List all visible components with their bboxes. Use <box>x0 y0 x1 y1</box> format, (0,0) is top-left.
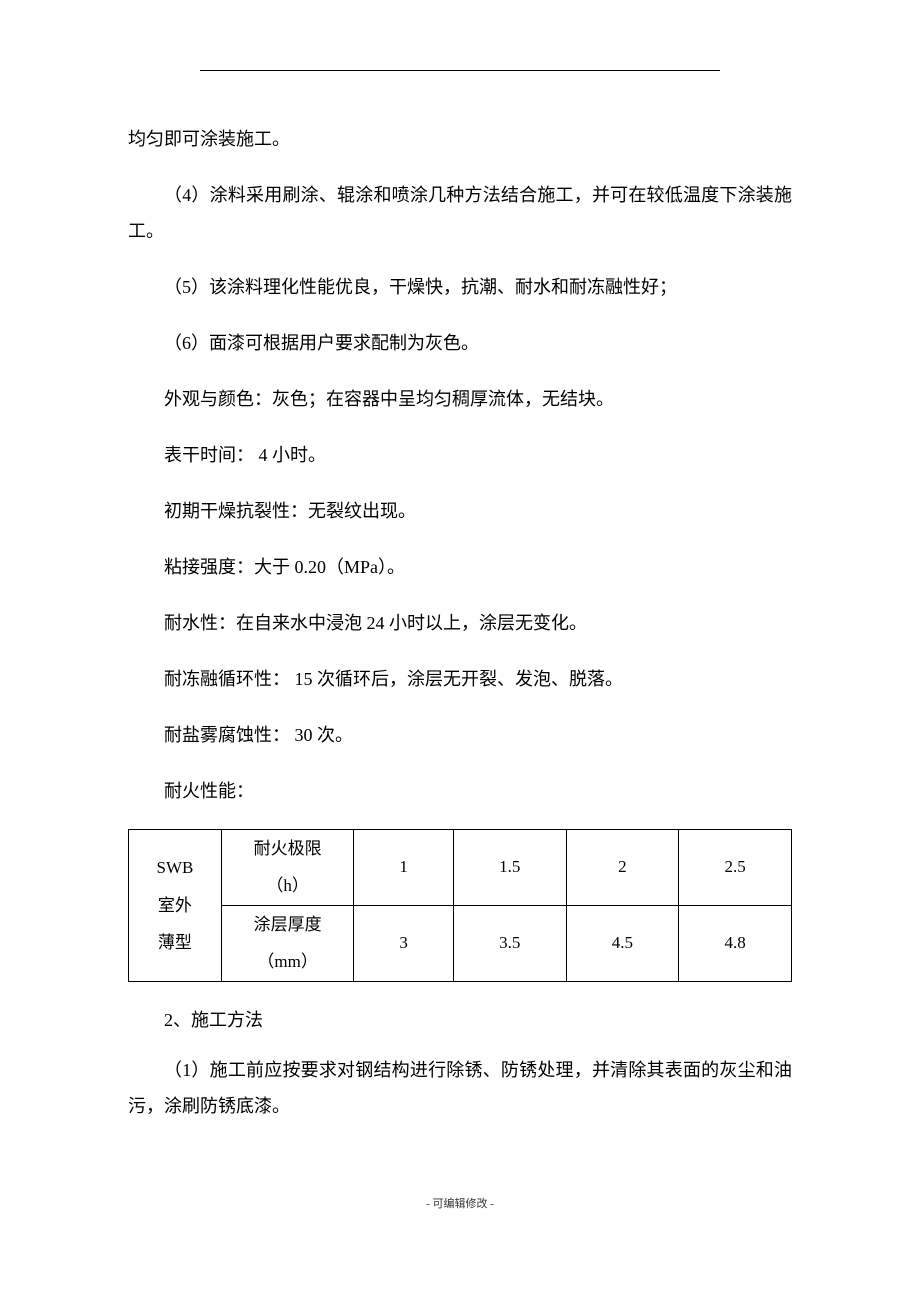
paragraph: 外观与颜色：灰色；在容器中呈均匀稠厚流体，无结块。 <box>128 381 792 417</box>
table-row: SWB 室外 薄型 耐火极限 （h） 1 1.5 2 2.5 <box>129 830 792 906</box>
paragraph: （6）面漆可根据用户要求配制为灰色。 <box>128 325 792 361</box>
table-cell-param: 耐火极限 （h） <box>221 830 354 906</box>
cell-text: 薄型 <box>129 924 221 961</box>
table-cell-param: 涂层厚度 （mm） <box>221 905 354 981</box>
section-heading: 2、施工方法 <box>128 1006 792 1032</box>
paragraph: 表干时间： 4 小时。 <box>128 437 792 473</box>
paragraph: （4）涂料采用刷涂、辊涂和喷涂几种方法结合施工，并可在较低温度下涂装施工。 <box>128 177 792 249</box>
cell-text: 涂层厚度 <box>222 906 354 943</box>
paragraph: 粘接强度：大于 0.20（MPa）。 <box>128 549 792 585</box>
cell-text: SWB <box>129 849 221 886</box>
page-content: 均匀即可涂装施工。 （4）涂料采用刷涂、辊涂和喷涂几种方法结合施工，并可在较低温… <box>0 0 920 1124</box>
paragraph: （5）该涂料理化性能优良，干燥快，抗潮、耐水和耐冻融性好； <box>128 269 792 305</box>
table-cell: 2 <box>566 830 679 906</box>
table-cell: 3 <box>354 905 453 981</box>
header-rule <box>200 70 720 71</box>
table-cell: 1.5 <box>453 830 566 906</box>
table-cell: 4.8 <box>679 905 792 981</box>
paragraph: 耐盐雾腐蚀性： 30 次。 <box>128 717 792 753</box>
table-cell: 1 <box>354 830 453 906</box>
page-footer: - 可编辑修改 - <box>0 1195 920 1211</box>
cell-text: 耐火极限 <box>222 830 354 867</box>
paragraph: 耐冻融循环性： 15 次循环后，涂层无开裂、发泡、脱落。 <box>128 661 792 697</box>
table-row: 涂层厚度 （mm） 3 3.5 4.5 4.8 <box>129 905 792 981</box>
paragraph: 耐水性：在自来水中浸泡 24 小时以上，涂层无变化。 <box>128 605 792 641</box>
cell-text: （h） <box>222 867 354 904</box>
table-cell: 3.5 <box>453 905 566 981</box>
paragraph: 均匀即可涂装施工。 <box>128 121 792 157</box>
table-cell: 4.5 <box>566 905 679 981</box>
table-rowheader: SWB 室外 薄型 <box>129 830 222 982</box>
paragraph: 耐火性能： <box>128 773 792 809</box>
paragraph: 初期干燥抗裂性：无裂纹出现。 <box>128 493 792 529</box>
cell-text: 室外 <box>129 887 221 924</box>
paragraph: （1）施工前应按要求对钢结构进行除锈、防锈处理，并清除其表面的灰尘和油污，涂刷防… <box>128 1052 792 1124</box>
fire-performance-table: SWB 室外 薄型 耐火极限 （h） 1 1.5 2 2.5 涂层厚度 （mm） <box>128 829 792 982</box>
cell-text: （mm） <box>222 943 354 980</box>
table-cell: 2.5 <box>679 830 792 906</box>
